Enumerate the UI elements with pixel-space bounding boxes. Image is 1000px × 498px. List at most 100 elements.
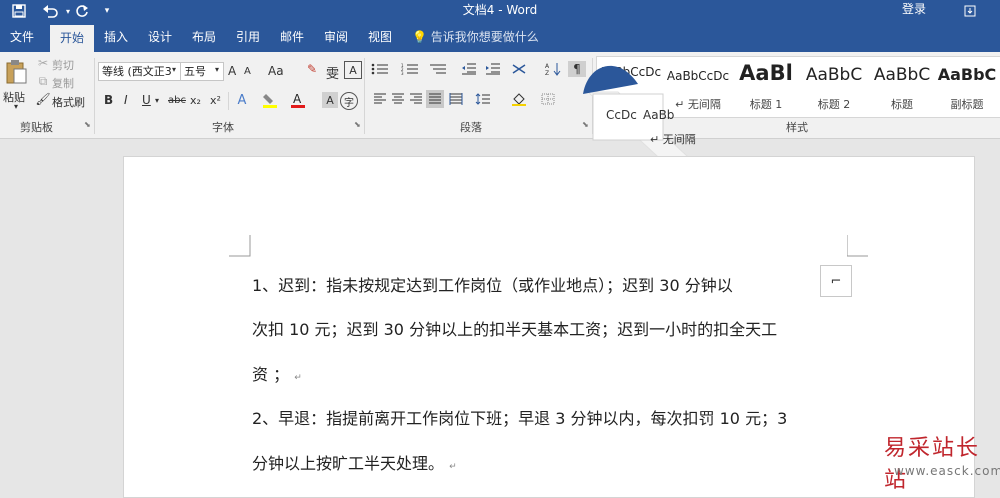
decrease-indent-icon[interactable] xyxy=(460,62,478,76)
underline-button[interactable]: U xyxy=(142,93,151,107)
watermark: 易采站长站 www.easck.com xyxy=(878,430,1000,493)
tab-file[interactable]: 文件 xyxy=(10,22,34,52)
align-right-icon[interactable] xyxy=(408,92,424,106)
bold-button[interactable]: B xyxy=(104,93,113,107)
document-title: 文档4 - Word xyxy=(462,3,538,17)
document-line: 资 ； ↵ xyxy=(252,361,302,385)
tab-home[interactable]: 开始 xyxy=(50,25,95,52)
font-name-dropdown-icon[interactable]: ▾ xyxy=(172,65,176,74)
svg-text:3: 3 xyxy=(401,71,404,75)
cut-button[interactable]: 剪切 xyxy=(52,57,74,73)
shading-icon[interactable] xyxy=(510,92,528,106)
format-painter-icon: 🖌 xyxy=(35,92,51,106)
clipboard-group-label: 剪贴板 xyxy=(20,121,53,134)
style-heading-2[interactable]: AaBbC 标题 2 xyxy=(801,57,867,115)
style-title[interactable]: AaBbC 标题 xyxy=(869,57,935,115)
preview-style-sample: CcDc xyxy=(606,108,637,122)
font-group-label: 字体 xyxy=(212,121,234,134)
italic-button[interactable]: I xyxy=(124,93,128,107)
underline-dropdown-icon[interactable]: ▾ xyxy=(155,96,159,105)
increase-indent-icon[interactable] xyxy=(484,62,502,76)
paste-dropdown-icon[interactable]: ▾ xyxy=(14,102,18,111)
text-effects-icon[interactable]: A xyxy=(234,92,250,108)
paragraph-group-label: 段落 xyxy=(460,121,482,134)
document-line: 1、迟到：指未按规定达到工作岗位（或作业地点）；迟到 30 分钟以 xyxy=(252,276,733,295)
styles-group-label: 样式 xyxy=(786,121,808,134)
watermark-url: www.easck.com xyxy=(894,464,1000,478)
borders-icon[interactable] xyxy=(540,92,556,106)
tab-design[interactable]: 设计 xyxy=(148,22,172,52)
superscript-button[interactable]: x² xyxy=(210,94,221,107)
title-bar: ▾ ▾ 文档4 - Word 登录 xyxy=(0,0,1000,22)
tell-me-box[interactable]: 💡 告诉我你想要做什么 xyxy=(412,22,539,52)
character-border-icon[interactable]: A xyxy=(344,61,362,79)
distributed-icon[interactable] xyxy=(448,92,464,106)
ribbon-display-options-icon[interactable] xyxy=(960,0,980,22)
style-sample: AaBbC xyxy=(937,65,997,84)
style-name: 标题 xyxy=(891,98,913,111)
svg-text:Z: Z xyxy=(545,70,549,76)
phonetic-guide-button[interactable]: 雯 xyxy=(326,63,339,82)
align-left-icon[interactable] xyxy=(372,92,388,106)
document-line-text: 分钟以上按旷工半天处理。 xyxy=(252,454,445,473)
align-center-icon[interactable] xyxy=(390,92,406,106)
font-launcher-icon[interactable]: ⬊ xyxy=(354,120,361,129)
document-line: 分钟以上按旷工半天处理。 ↵ xyxy=(252,450,457,474)
lightbulb-icon: 💡 xyxy=(412,30,427,44)
clear-format-icon[interactable]: ✎ xyxy=(304,61,320,77)
strikethrough-button[interactable]: abc xyxy=(168,95,186,106)
paste-icon[interactable] xyxy=(4,58,28,86)
copy-icon: ⧉ xyxy=(38,73,48,88)
login-link[interactable]: 登录 xyxy=(902,0,926,18)
document-line: 2、早退：指提前离开工作岗位下班；早退 3 分钟以内，每次扣罚 10 元；3 xyxy=(252,409,788,428)
ribbon: 粘贴 ▾ ✂ 剪切 ⧉ 复制 🖌 格式刷 剪贴板 ⬊ 等线 (西文正3 ▾ 五号… xyxy=(0,52,1000,139)
watermark-title: 易采站长站 xyxy=(884,436,981,493)
preview-style-sample: AaBb xyxy=(643,108,675,122)
font-size-dropdown-icon[interactable]: ▾ xyxy=(215,65,219,74)
enclose-characters-icon[interactable]: 字 xyxy=(340,92,358,110)
tab-insert[interactable]: 插入 xyxy=(104,22,128,52)
shrink-font-button[interactable]: A xyxy=(244,66,251,77)
margin-corner-mark xyxy=(229,235,251,257)
layout-options-icon[interactable]: ⌐ xyxy=(820,265,852,297)
tab-review[interactable]: 审阅 xyxy=(324,22,348,52)
separator xyxy=(228,92,229,110)
paragraph-mark: ↵ xyxy=(449,462,457,472)
tab-references[interactable]: 引用 xyxy=(236,22,260,52)
tell-me-label: 告诉我你想要做什么 xyxy=(430,30,539,44)
chinese-layout-icon[interactable] xyxy=(510,62,528,76)
document-line-text: 资 ； xyxy=(252,365,290,384)
paragraph-mark: ↵ xyxy=(294,373,302,383)
change-case-button[interactable]: Aa xyxy=(268,64,284,78)
preview-style-name: ↵ 无间隔 xyxy=(650,133,696,146)
clipboard-launcher-icon[interactable]: ⬊ xyxy=(84,120,91,129)
tab-mailings[interactable]: 邮件 xyxy=(280,22,304,52)
format-painter-button[interactable]: 格式刷 xyxy=(52,94,85,110)
style-sample: AaBbC xyxy=(873,65,931,85)
copy-button[interactable]: 复制 xyxy=(52,75,74,91)
margin-corner-mark xyxy=(847,235,868,257)
character-shading-icon[interactable]: A xyxy=(322,92,338,108)
sort-icon[interactable]: AZ xyxy=(544,61,562,77)
scissors-icon: ✂ xyxy=(37,56,49,70)
style-sample: AaBbC xyxy=(805,65,863,85)
justify-icon[interactable] xyxy=(426,90,444,108)
svg-text:A: A xyxy=(293,92,302,106)
tab-view[interactable]: 视图 xyxy=(368,22,392,52)
line-spacing-icon[interactable] xyxy=(474,92,492,106)
highlight-icon[interactable] xyxy=(262,92,278,108)
tab-layout[interactable]: 布局 xyxy=(192,22,216,52)
ribbon-tabs: 文件 开始 插入 设计 布局 引用 邮件 审阅 视图 💡 告诉我你想要做什么 xyxy=(0,22,1000,52)
numbering-icon[interactable]: 123 xyxy=(400,62,420,76)
font-name-select[interactable]: 等线 (西文正3 xyxy=(98,62,182,81)
style-name: 副标题 xyxy=(950,98,984,111)
grow-font-button[interactable]: A xyxy=(228,64,236,78)
style-subtitle[interactable]: AaBbC 副标题 xyxy=(935,57,999,115)
svg-text:A: A xyxy=(545,63,550,70)
bullets-icon[interactable] xyxy=(370,62,390,76)
subscript-button[interactable]: x₂ xyxy=(190,94,201,107)
multilevel-list-icon[interactable] xyxy=(428,62,448,76)
document-line: 次扣 10 元；迟到 30 分钟以上的扣半天基本工资；迟到一小时的扣全天工 xyxy=(252,320,778,339)
separator xyxy=(94,58,95,134)
font-color-icon[interactable]: A xyxy=(290,92,306,108)
